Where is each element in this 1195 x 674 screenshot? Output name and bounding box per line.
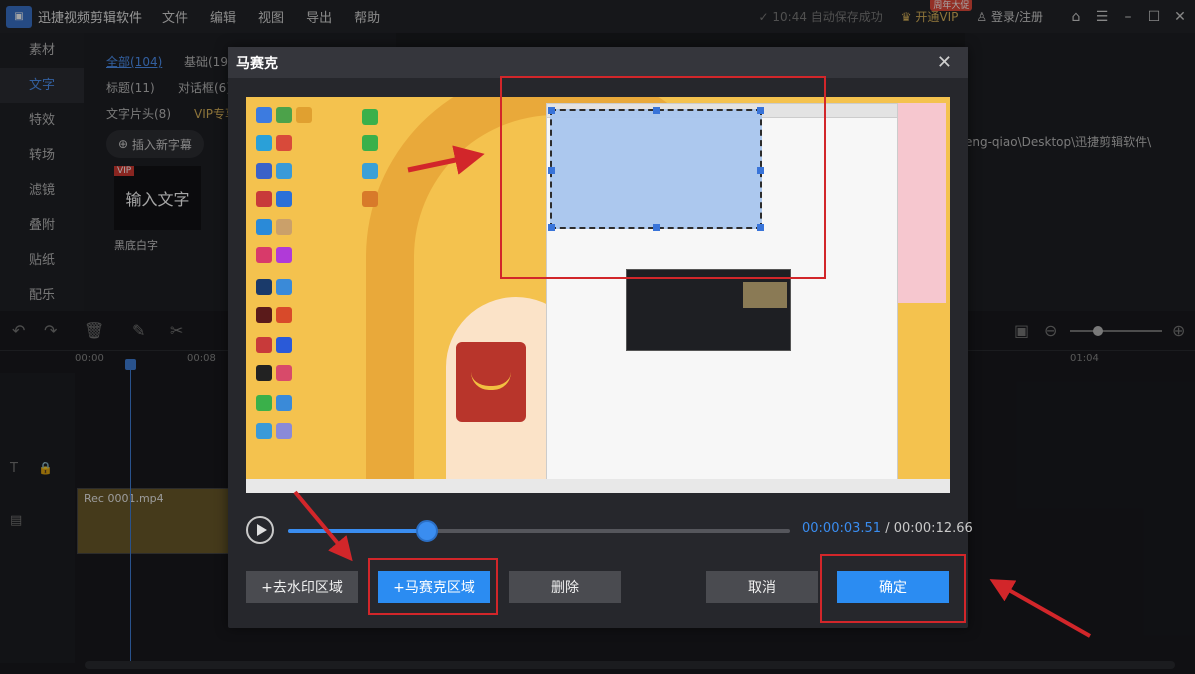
- screenshot-editor-thumbnail: [626, 269, 791, 351]
- progress-bar[interactable]: [288, 520, 790, 542]
- current-time: 00:00:03.51: [802, 521, 882, 536]
- screenshot-taskbar: [246, 479, 950, 493]
- close-icon[interactable]: ✕: [937, 52, 952, 73]
- time-display: 00:00:03.51 / 00:00:12.66: [802, 521, 973, 536]
- annotation-box-mosaic-area: [500, 76, 826, 279]
- annotation-box-confirm-button: [820, 554, 966, 623]
- progress-fill: [288, 529, 428, 533]
- play-icon[interactable]: [246, 516, 274, 544]
- annotation-box-mosaic-button: [368, 558, 498, 615]
- dialog-title: 马赛克: [236, 55, 278, 72]
- playback-controls: 00:00:03.51 / 00:00:12.66: [246, 513, 973, 547]
- cancel-button[interactable]: 取消: [706, 571, 818, 603]
- time-separator: /: [881, 521, 894, 536]
- total-time: 00:00:12.66: [893, 521, 973, 536]
- progress-knob[interactable]: [416, 520, 439, 542]
- dialog-header: 马赛克 ✕: [228, 47, 968, 78]
- screenshot-side-panel: [898, 103, 946, 303]
- delete-button[interactable]: 删除: [509, 571, 621, 603]
- add-watermark-removal-button[interactable]: +去水印区域: [246, 571, 358, 603]
- desktop-icons: [250, 101, 378, 481]
